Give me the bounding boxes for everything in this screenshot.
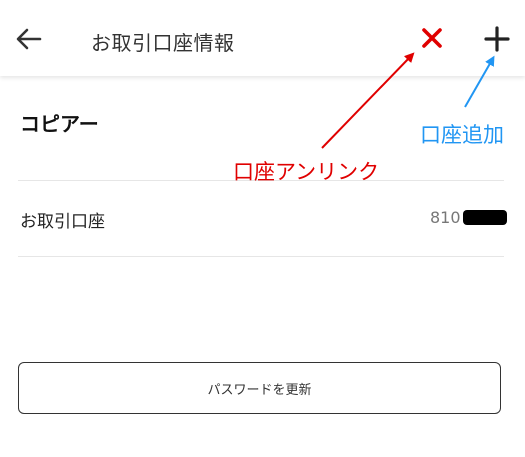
unlink-account-button[interactable]	[418, 24, 446, 52]
account-number: 810	[430, 208, 507, 227]
add-annotation-label: 口座追加	[420, 123, 504, 147]
section-title: コピアー	[20, 112, 99, 136]
app-header: お取引口座情報	[0, 0, 525, 76]
account-number-prefix: 810	[430, 208, 461, 227]
close-x-icon	[422, 28, 442, 48]
unlink-annotation-label: 口座アンリンク	[233, 160, 380, 184]
redaction-mask	[462, 210, 507, 225]
divider	[18, 256, 504, 257]
account-label: お取引口座	[20, 212, 105, 232]
arrow-left-icon	[16, 28, 42, 50]
plus-icon	[484, 26, 510, 52]
page-title: お取引口座情報	[91, 31, 235, 55]
update-password-button[interactable]: パスワードを更新	[18, 362, 501, 414]
back-button[interactable]	[14, 24, 44, 54]
add-account-button[interactable]	[482, 24, 512, 54]
